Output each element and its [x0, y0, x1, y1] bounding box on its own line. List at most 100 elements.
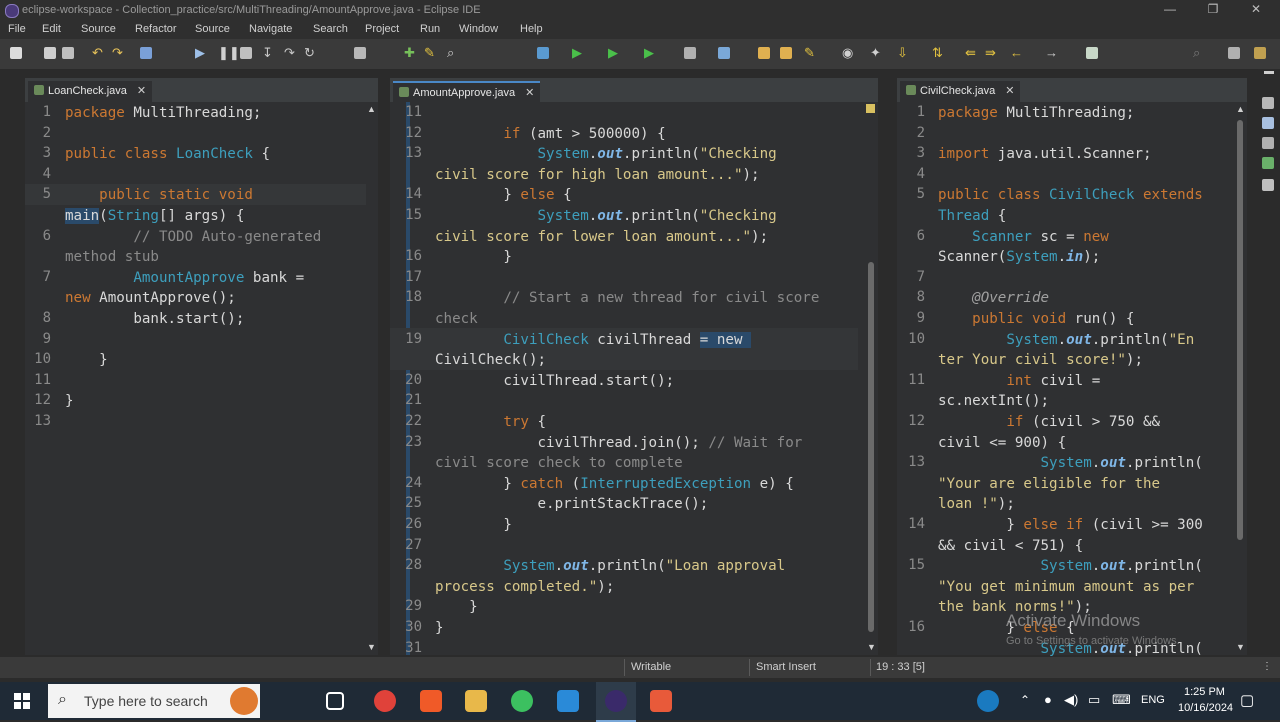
brave-second-icon[interactable] [650, 690, 672, 712]
open-type-hierarchy-icon[interactable] [780, 47, 792, 59]
code-line[interactable]: civilThread.start(); [435, 371, 674, 392]
vscode-icon[interactable] [557, 690, 579, 712]
new-file-icon[interactable] [10, 47, 22, 59]
right-scroll-thumb[interactable] [1237, 120, 1243, 540]
scroll-up-arrow-icon[interactable]: ▲ [367, 104, 376, 114]
keyboard-icon[interactable]: ⌨ [1112, 692, 1131, 708]
close-tab-icon[interactable]: ✕ [525, 87, 534, 99]
close-tab-icon[interactable]: ✕ [1005, 85, 1014, 97]
console-icon[interactable] [354, 47, 366, 59]
brave-icon[interactable] [420, 690, 442, 712]
code-line[interactable]: @Override [938, 288, 1049, 309]
menu-help[interactable]: Help [520, 23, 543, 35]
tab-loancheck[interactable]: LoanCheck.java ✕ [28, 81, 153, 102]
code-line[interactable]: System.out.println( [938, 556, 1202, 577]
close-tab-icon[interactable]: ✕ [137, 85, 146, 97]
code-line[interactable]: } catch (InterruptedException e) { [435, 474, 793, 495]
left-vertical-scrollbar[interactable]: ▲ ▼ [366, 102, 376, 655]
declaration-icon[interactable] [1262, 179, 1274, 191]
maximize-button[interactable]: ❐ [1198, 2, 1228, 18]
step-over-icon[interactable]: ↷ [284, 45, 295, 61]
coverage-icon[interactable]: ▶ [644, 45, 654, 61]
menu-file[interactable]: File [8, 23, 26, 35]
open-perspective-icon[interactable] [1228, 47, 1240, 59]
code-line[interactable]: Thread { [938, 206, 1006, 227]
network-icon[interactable]: ▭ [1088, 692, 1100, 708]
code-line[interactable]: CivilCheck civilThread = new [435, 330, 752, 351]
save-icon[interactable] [44, 47, 56, 59]
code-line[interactable]: } else if (civil >= 300 [938, 515, 1202, 536]
middle-vertical-scrollbar[interactable]: ▼ [866, 102, 876, 655]
problems-icon[interactable] [1262, 137, 1274, 149]
terminate-icon[interactable] [240, 47, 252, 59]
chrome-icon[interactable] [374, 690, 396, 712]
menu-source-2[interactable]: Source [195, 23, 230, 35]
code-line[interactable]: System.out.println( [938, 453, 1202, 474]
save-all-icon[interactable] [62, 47, 74, 59]
search-icon[interactable]: ⌕ [1193, 45, 1200, 61]
code-line[interactable]: } [435, 618, 444, 639]
menu-search[interactable]: Search [313, 23, 348, 35]
code-line[interactable]: new AmountApprove(); [65, 288, 236, 309]
run-last-icon[interactable]: ▶ [608, 45, 618, 61]
code-line[interactable]: bank.start(); [65, 309, 244, 330]
task-view-icon[interactable] [326, 692, 344, 710]
notifications-icon[interactable]: ▢ [1240, 691, 1254, 709]
windows-start-icon[interactable] [14, 693, 30, 709]
search-toolbar-icon[interactable]: ⌕ [447, 45, 454, 61]
code-line[interactable]: } else { [435, 185, 571, 206]
new-java-project-icon[interactable] [684, 47, 696, 59]
code-line[interactable]: package MultiThreading; [65, 103, 261, 124]
redo-icon[interactable]: ↷ [112, 45, 123, 61]
code-line[interactable]: civil score for lower loan amount..."); [435, 227, 768, 248]
scroll-up-arrow-icon[interactable]: ▲ [1236, 104, 1245, 114]
minimize-button[interactable]: — [1155, 2, 1185, 18]
code-line[interactable]: System.out.println("Checking [435, 144, 776, 165]
menu-project[interactable]: Project [365, 23, 399, 35]
code-line[interactable]: Scanner sc = new [938, 227, 1109, 248]
outline-icon[interactable] [1262, 97, 1274, 109]
debug-icon[interactable] [537, 47, 549, 59]
task-list-icon[interactable] [1262, 117, 1274, 129]
code-line[interactable]: civil score check to complete [435, 453, 683, 474]
status-menu-icon[interactable]: ⋮ [1262, 661, 1272, 672]
resume-icon[interactable]: ▶ [195, 45, 205, 61]
microphone-icon[interactable]: ● [1044, 692, 1052, 707]
globe-icon[interactable]: ◉ [842, 45, 853, 61]
scroll-down-arrow-icon[interactable]: ▼ [1236, 642, 1245, 652]
show-hidden-icons-icon[interactable]: ⌃ [1020, 693, 1030, 707]
eclipse-taskbar-button[interactable] [596, 682, 636, 722]
menu-edit[interactable]: Edit [42, 23, 61, 35]
code-line[interactable]: int civil = [938, 371, 1100, 392]
code-line[interactable]: Scanner(System.in); [938, 247, 1100, 268]
menu-source[interactable]: Source [81, 23, 116, 35]
maximize-editor-icon[interactable] [1086, 47, 1098, 59]
menu-window[interactable]: Window [459, 23, 498, 35]
code-line[interactable]: "You get minimum amount as per [938, 577, 1194, 598]
code-line[interactable]: AmountApprove bank = [65, 268, 304, 289]
code-line[interactable]: CivilCheck(); [435, 350, 546, 371]
back-icon[interactable]: ⇚ [965, 45, 976, 61]
code-line[interactable]: e.printStackTrace(); [435, 494, 708, 515]
step-into-icon[interactable]: ↧ [262, 45, 273, 61]
code-line[interactable]: // Start a new thread for civil score [435, 288, 819, 309]
code-line[interactable]: civil <= 900) { [938, 433, 1066, 454]
scroll-down-arrow-icon[interactable]: ▼ [367, 642, 376, 652]
code-line[interactable]: loan !"); [938, 494, 1015, 515]
code-line[interactable]: try { [435, 412, 546, 433]
code-line[interactable]: civil score for high loan amount..."); [435, 165, 760, 186]
pin-icon[interactable]: ⇩ [897, 45, 908, 61]
code-line[interactable]: check [435, 309, 478, 330]
code-line[interactable]: System.out.println("Checking [435, 206, 776, 227]
volume-icon[interactable]: ◀) [1064, 692, 1078, 708]
middle-editor[interactable]: 11 12 if (amt > 500000) {13 System.out.pr… [390, 102, 878, 656]
menu-run[interactable]: Run [420, 23, 440, 35]
code-line[interactable]: public class CivilCheck extends [938, 185, 1203, 206]
javadoc-icon[interactable] [1262, 157, 1274, 169]
right-vertical-scrollbar[interactable]: ▲ ▼ [1235, 102, 1245, 655]
code-line[interactable]: } [435, 515, 512, 536]
task-icon[interactable]: ✦ [870, 45, 881, 61]
taskbar-search-box[interactable]: ⌕ Type here to search [48, 684, 260, 718]
code-line[interactable]: method stub [65, 247, 159, 268]
code-line[interactable]: civilThread.join(); // Wait for [435, 433, 802, 454]
